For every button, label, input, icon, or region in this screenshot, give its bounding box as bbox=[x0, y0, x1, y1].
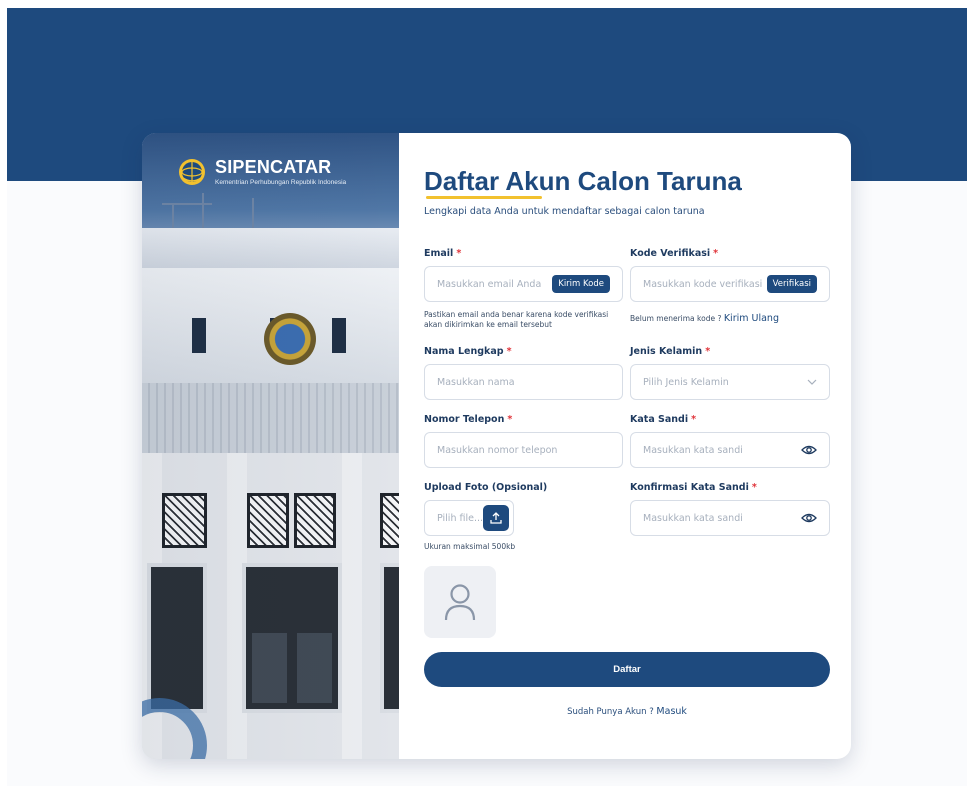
avatar-preview bbox=[424, 566, 496, 638]
eye-icon[interactable] bbox=[801, 512, 817, 524]
chevron-down-icon bbox=[807, 379, 817, 385]
email-label-text: Email bbox=[424, 248, 454, 259]
brand-subtitle: Kementrian Perhubungan Republik Indonesi… bbox=[215, 179, 347, 186]
phone-field[interactable]: Masukkan nomor telepon bbox=[424, 432, 623, 468]
required-mark: * bbox=[456, 248, 462, 259]
gender-placeholder: Pilih Jenis Kelamin bbox=[643, 376, 729, 388]
title-underline bbox=[426, 196, 542, 199]
phone-label-text: Nomor Telepon bbox=[424, 414, 505, 425]
confirm-password-label: Konfirmasi Kata Sandi * bbox=[630, 482, 757, 493]
photo-upload-field[interactable]: Pilih file... bbox=[424, 500, 514, 536]
email-hint: Pastikan email anda benar karena kode ve… bbox=[424, 310, 624, 330]
required-mark: * bbox=[705, 346, 711, 357]
required-mark: * bbox=[713, 248, 719, 259]
email-hint-line: akan dikirimkan ke email tersebut bbox=[424, 320, 552, 329]
password-label-text: Kata Sandi bbox=[630, 414, 689, 425]
email-field[interactable]: Masukkan email Anda Kirim Kode bbox=[424, 266, 623, 302]
photo-label: Upload Foto (Opsional) bbox=[424, 482, 547, 493]
login-link[interactable]: Masuk bbox=[656, 706, 687, 717]
required-mark: * bbox=[507, 414, 513, 425]
photo-size-hint: Ukuran maksimal 500kb bbox=[424, 542, 516, 551]
page-subtitle: Lengkapi data Anda untuk mendaftar sebag… bbox=[424, 206, 705, 217]
password-label: Kata Sandi * bbox=[630, 414, 696, 425]
upload-icon bbox=[490, 512, 502, 524]
brand: SIPENCATAR Kementrian Perhubungan Republ… bbox=[177, 157, 346, 187]
verification-label: Kode Verifikasi * bbox=[630, 248, 718, 259]
full-name-placeholder: Masukkan nama bbox=[437, 376, 515, 388]
gender-label-text: Jenis Kelamin bbox=[630, 346, 703, 357]
register-button[interactable]: Daftar bbox=[424, 652, 830, 687]
resend-hint: Belum menerima kode ? Kirim Ulang bbox=[630, 314, 779, 324]
verification-label-text: Kode Verifikasi bbox=[630, 248, 711, 259]
user-placeholder-icon bbox=[444, 584, 476, 621]
gender-select[interactable]: Pilih Jenis Kelamin bbox=[630, 364, 830, 400]
verify-button[interactable]: Verifikasi bbox=[766, 275, 817, 293]
eye-icon[interactable] bbox=[801, 444, 817, 456]
full-name-label-text: Nama Lengkap bbox=[424, 346, 504, 357]
upload-button[interactable] bbox=[483, 505, 509, 531]
required-mark: * bbox=[751, 482, 757, 493]
photo-label-text: Upload Foto (Opsional) bbox=[424, 482, 548, 493]
ministry-emblem-icon bbox=[179, 159, 205, 185]
confirm-password-field[interactable]: Masukkan kata sandi bbox=[630, 500, 830, 536]
email-label: Email * bbox=[424, 248, 461, 259]
verification-placeholder: Masukkan kode verifikasi bbox=[643, 278, 763, 290]
photo-placeholder: Pilih file... bbox=[437, 512, 483, 524]
password-placeholder: Masukkan kata sandi bbox=[643, 444, 743, 456]
building-photo-panel: SIPENCATAR Kementrian Perhubungan Republ… bbox=[142, 133, 399, 759]
send-code-button[interactable]: Kirim Kode bbox=[552, 275, 610, 293]
verification-code-field[interactable]: Masukkan kode verifikasi Verifikasi bbox=[630, 266, 830, 302]
email-placeholder: Masukkan email Anda bbox=[437, 278, 542, 290]
page-title: Daftar Akun Calon Taruna bbox=[424, 166, 742, 196]
phone-label: Nomor Telepon * bbox=[424, 414, 512, 425]
brand-name: SIPENCATAR bbox=[215, 157, 332, 177]
login-prompt: Sudah Punya Akun ? Masuk bbox=[424, 706, 830, 717]
brand-text: SIPENCATAR Kementrian Perhubungan Republ… bbox=[215, 158, 346, 186]
phone-placeholder: Masukkan nomor telepon bbox=[437, 444, 558, 456]
resend-code-link[interactable]: Kirim Ulang bbox=[724, 313, 779, 324]
required-mark: * bbox=[691, 414, 697, 425]
photo-overlay bbox=[142, 133, 399, 759]
required-mark: * bbox=[506, 346, 512, 357]
register-form: Daftar Akun Calon Taruna Lengkapi data A… bbox=[424, 133, 830, 759]
login-prompt-text: Sudah Punya Akun ? bbox=[567, 707, 654, 717]
full-name-label: Nama Lengkap * bbox=[424, 346, 512, 357]
password-field[interactable]: Masukkan kata sandi bbox=[630, 432, 830, 468]
confirm-password-placeholder: Masukkan kata sandi bbox=[643, 512, 743, 524]
gender-label: Jenis Kelamin * bbox=[630, 346, 710, 357]
confirm-password-label-text: Konfirmasi Kata Sandi bbox=[630, 482, 749, 493]
full-name-field[interactable]: Masukkan nama bbox=[424, 364, 623, 400]
register-card: SIPENCATAR Kementrian Perhubungan Republ… bbox=[142, 133, 851, 759]
email-hint-line: Pastikan email anda benar karena kode ve… bbox=[424, 310, 609, 319]
resend-hint-text: Belum menerima kode ? bbox=[630, 314, 722, 323]
